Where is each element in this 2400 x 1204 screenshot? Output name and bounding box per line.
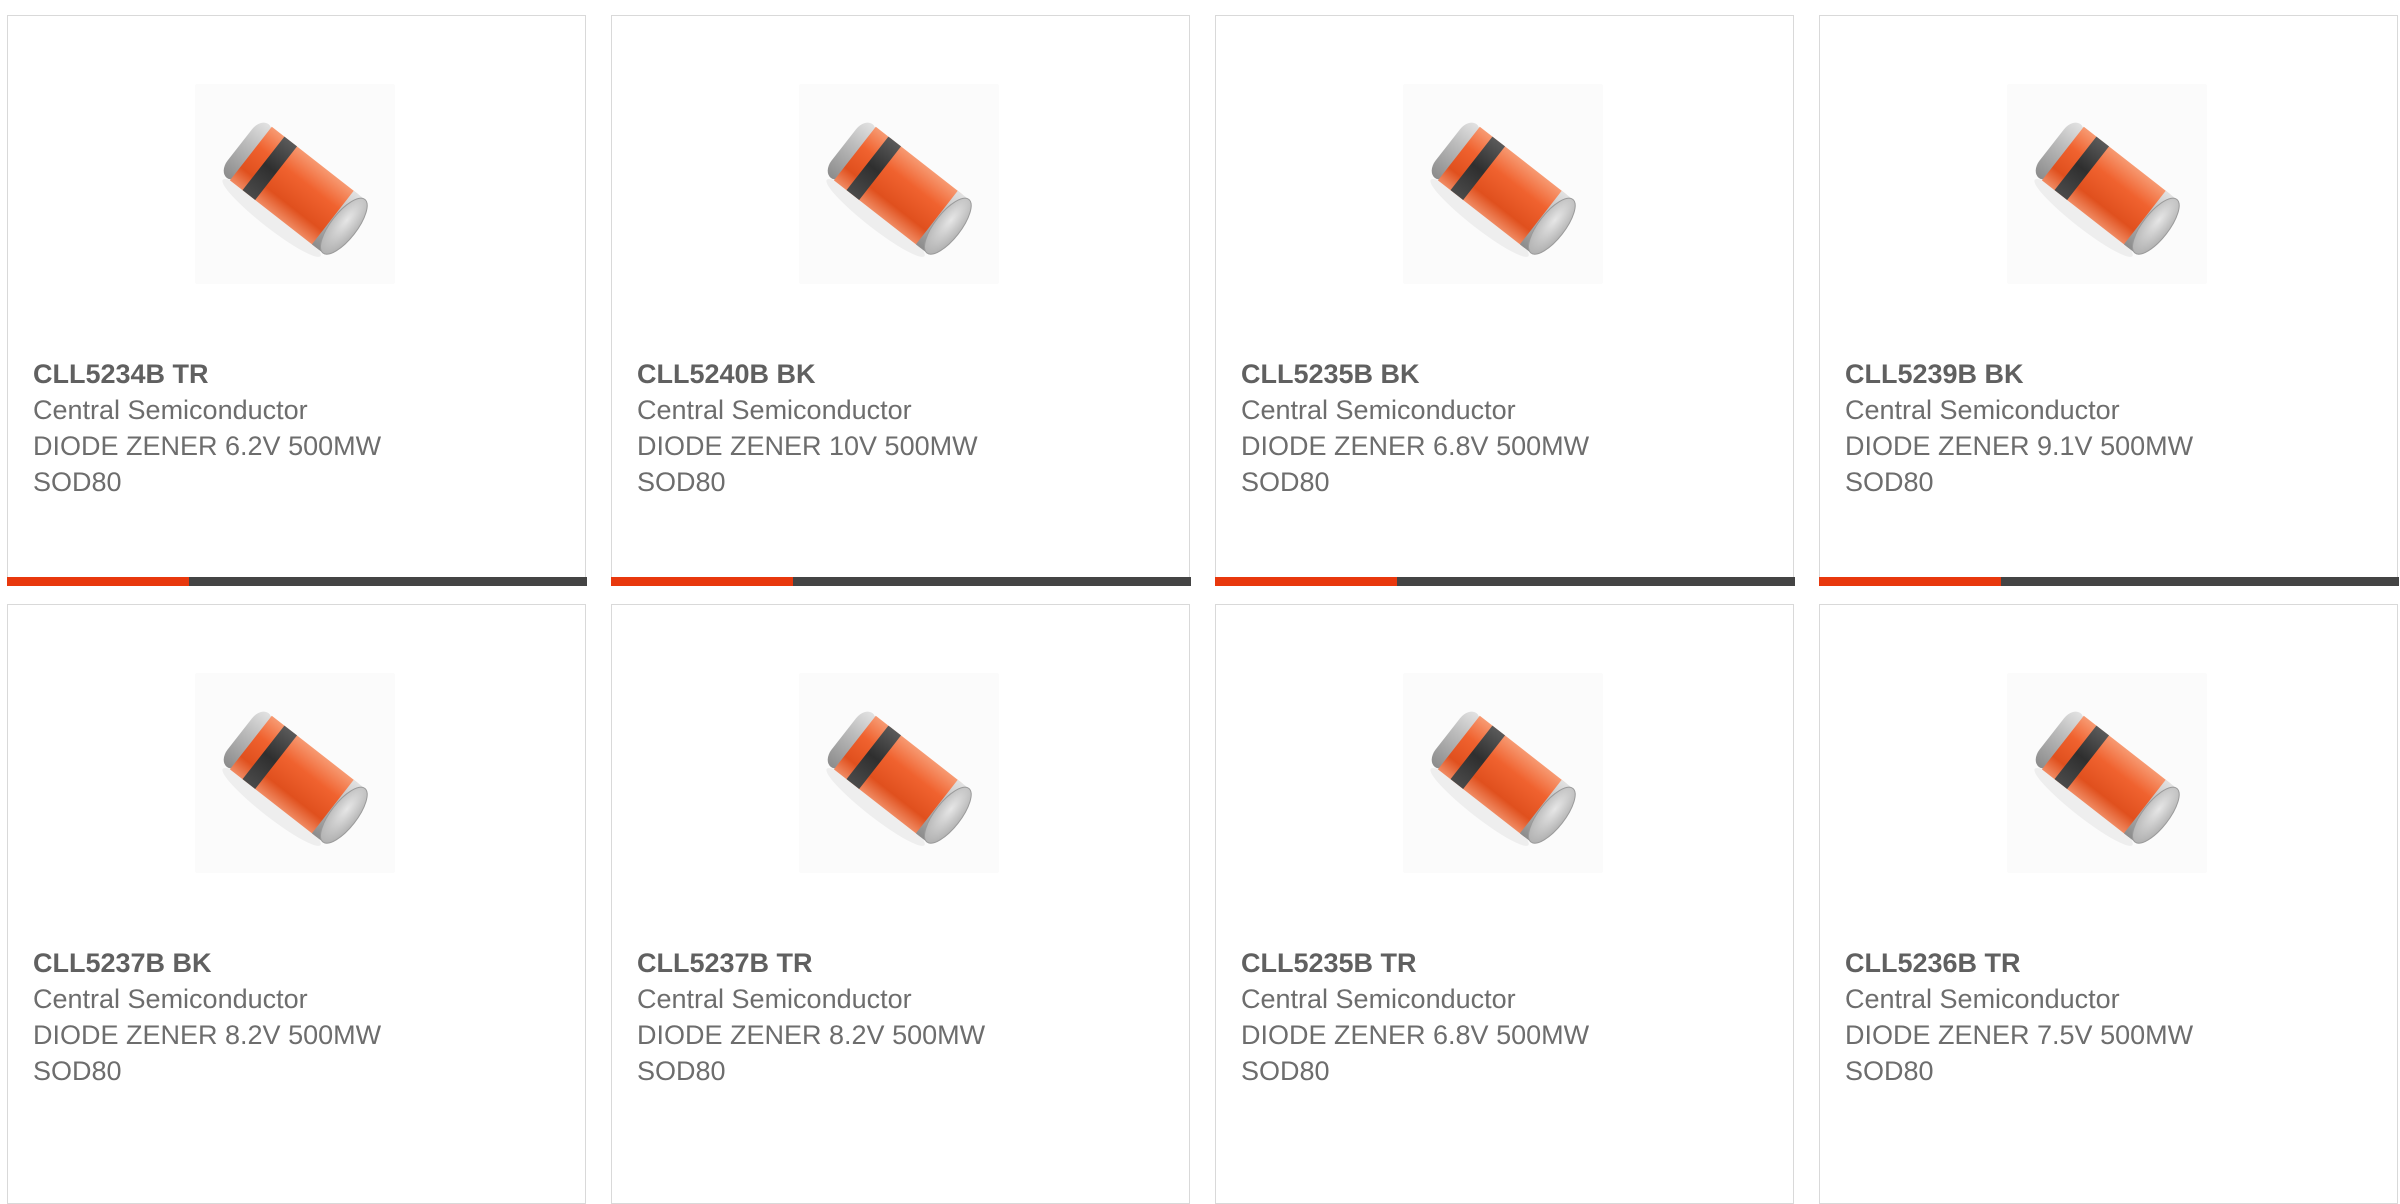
zener-diode-icon (1403, 673, 1603, 873)
manufacturer: Central Semiconductor (1241, 395, 1516, 425)
part-number[interactable]: CLL5237B BK (33, 945, 565, 981)
package: SOD80 (33, 1056, 122, 1086)
product-info: CLL5234B TR Central Semiconductor DIODE … (33, 356, 565, 500)
zener-diode-icon (2007, 84, 2207, 284)
manufacturer: Central Semiconductor (1845, 984, 2120, 1014)
zener-diode-icon (799, 673, 999, 873)
description: DIODE ZENER 9.1V 500MW (1845, 431, 2194, 461)
zener-diode-icon (195, 673, 395, 873)
description: DIODE ZENER 10V 500MW (637, 431, 978, 461)
description: DIODE ZENER 7.5V 500MW (1845, 1020, 2194, 1050)
package: SOD80 (33, 467, 122, 497)
zener-diode-icon (1403, 84, 1603, 284)
card-bottom-bar (1818, 576, 2399, 586)
package: SOD80 (637, 467, 726, 497)
part-number[interactable]: CLL5240B BK (637, 356, 1169, 392)
part-number[interactable]: CLL5235B BK (1241, 356, 1773, 392)
product-card[interactable]: CLL5237B BK Central Semiconductor DIODE … (7, 604, 586, 1204)
product-info: CLL5235B TR Central Semiconductor DIODE … (1241, 945, 1773, 1089)
card-accent (6, 576, 189, 586)
card-accent (610, 576, 793, 586)
product-card[interactable]: CLL5236B TR Central Semiconductor DIODE … (1819, 604, 2398, 1204)
manufacturer: Central Semiconductor (637, 984, 912, 1014)
package: SOD80 (1241, 1056, 1330, 1086)
package: SOD80 (637, 1056, 726, 1086)
product-card[interactable]: CLL5237B TR Central Semiconductor DIODE … (611, 604, 1190, 1204)
product-info: CLL5236B TR Central Semiconductor DIODE … (1845, 945, 2377, 1089)
zener-diode-icon (2007, 673, 2207, 873)
description: DIODE ZENER 6.8V 500MW (1241, 1020, 1590, 1050)
card-bottom-bar (610, 576, 1191, 586)
product-grid: CLL5234B TR Central Semiconductor DIODE … (6, 15, 2400, 1204)
card-accent (1214, 576, 1397, 586)
manufacturer: Central Semiconductor (33, 395, 308, 425)
product-card[interactable]: CLL5240B BK Central Semiconductor DIODE … (610, 15, 1191, 586)
manufacturer: Central Semiconductor (33, 984, 308, 1014)
product-info: CLL5239B BK Central Semiconductor DIODE … (1845, 356, 2377, 500)
product-card[interactable]: CLL5234B TR Central Semiconductor DIODE … (6, 15, 587, 586)
card-bottom-bar (1214, 576, 1795, 586)
description: DIODE ZENER 6.2V 500MW (33, 431, 382, 461)
manufacturer: Central Semiconductor (1241, 984, 1516, 1014)
product-info: CLL5240B BK Central Semiconductor DIODE … (637, 356, 1169, 500)
part-number[interactable]: CLL5236B TR (1845, 945, 2377, 981)
zener-diode-icon (195, 84, 395, 284)
package: SOD80 (1241, 467, 1330, 497)
manufacturer: Central Semiconductor (1845, 395, 2120, 425)
description: DIODE ZENER 8.2V 500MW (637, 1020, 986, 1050)
card-accent (1818, 576, 2001, 586)
part-number[interactable]: CLL5237B TR (637, 945, 1169, 981)
card-bottom-bar (6, 576, 587, 586)
description: DIODE ZENER 8.2V 500MW (33, 1020, 382, 1050)
package: SOD80 (1845, 1056, 1934, 1086)
part-number[interactable]: CLL5235B TR (1241, 945, 1773, 981)
part-number[interactable]: CLL5234B TR (33, 356, 565, 392)
product-card[interactable]: CLL5235B TR Central Semiconductor DIODE … (1215, 604, 1794, 1204)
product-card[interactable]: CLL5235B BK Central Semiconductor DIODE … (1214, 15, 1795, 586)
product-info: CLL5235B BK Central Semiconductor DIODE … (1241, 356, 1773, 500)
package: SOD80 (1845, 467, 1934, 497)
zener-diode-icon (799, 84, 999, 284)
manufacturer: Central Semiconductor (637, 395, 912, 425)
product-info: CLL5237B BK Central Semiconductor DIODE … (33, 945, 565, 1089)
product-info: CLL5237B TR Central Semiconductor DIODE … (637, 945, 1169, 1089)
description: DIODE ZENER 6.8V 500MW (1241, 431, 1590, 461)
part-number[interactable]: CLL5239B BK (1845, 356, 2377, 392)
product-card[interactable]: CLL5239B BK Central Semiconductor DIODE … (1818, 15, 2399, 586)
